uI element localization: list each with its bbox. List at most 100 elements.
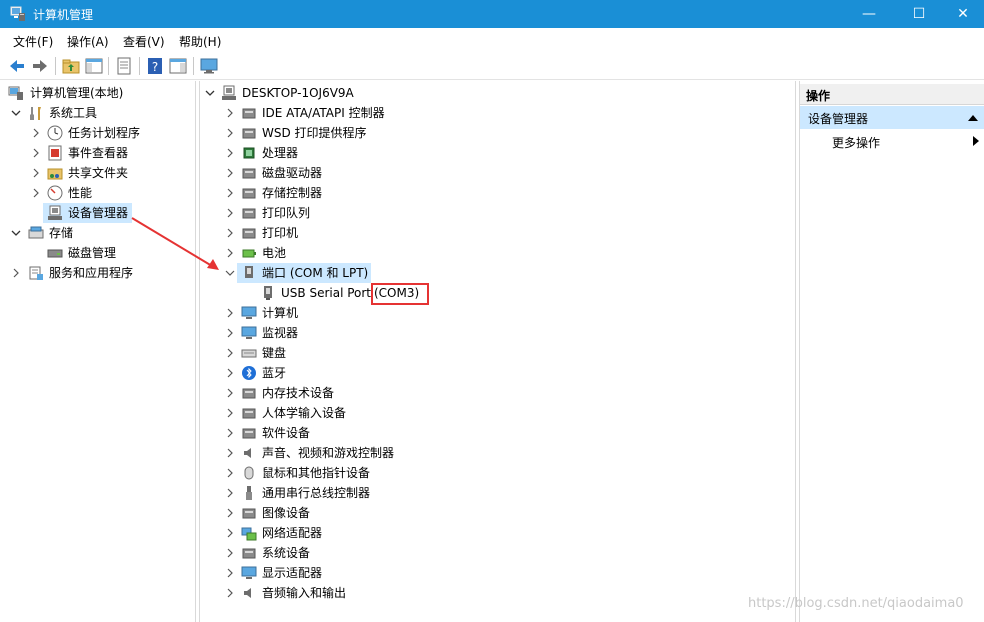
chevron-right-icon[interactable]	[224, 223, 236, 243]
chevron-right-icon[interactable]	[224, 163, 236, 183]
chevron-right-icon[interactable]	[30, 163, 42, 183]
device-category[interactable]: 键盘	[200, 343, 795, 363]
back-icon[interactable]	[7, 56, 27, 76]
device-category[interactable]: 电池	[200, 243, 795, 263]
tree-item-task-scheduler[interactable]: 任务计划程序	[0, 123, 195, 143]
chevron-right-icon[interactable]	[224, 403, 236, 423]
storage-icon	[28, 226, 44, 239]
device-category[interactable]: 监视器	[200, 323, 795, 343]
device-category[interactable]: 鼠标和其他指针设备	[200, 463, 795, 483]
chevron-down-icon[interactable]	[10, 103, 22, 123]
toolbar-separator	[108, 57, 109, 75]
device-category-label: 存储控制器	[262, 186, 323, 200]
properties-icon[interactable]	[114, 56, 134, 76]
device-category[interactable]: WSD 打印提供程序	[200, 123, 795, 143]
chevron-right-icon[interactable]	[30, 123, 42, 143]
device-tree: DESKTOP-1OJ6V9A IDE ATA/ATAPI 控制器 WSD 打印提…	[199, 81, 796, 622]
device-category[interactable]: 处理器	[200, 143, 795, 163]
tree-item-shared-folders[interactable]: 共享文件夹	[0, 163, 195, 183]
chevron-right-icon[interactable]	[224, 463, 236, 483]
chevron-down-icon[interactable]	[204, 83, 216, 103]
device-category[interactable]: 打印队列	[200, 203, 795, 223]
device-category[interactable]: 音频输入和输出	[200, 583, 795, 603]
chevron-right-icon[interactable]	[224, 343, 236, 363]
device-item-usb-serial-port[interactable]: USB Serial Port (COM3)	[200, 283, 795, 303]
device-category[interactable]: 显示适配器	[200, 563, 795, 583]
device-category-label: 监视器	[262, 326, 299, 340]
device-category[interactable]: 人体学输入设备	[200, 403, 795, 423]
device-category[interactable]: 网络适配器	[200, 523, 795, 543]
chevron-right-icon[interactable]	[224, 423, 236, 443]
device-category[interactable]: 磁盘驱动器	[200, 163, 795, 183]
up-folder-icon[interactable]	[61, 56, 81, 76]
tree-item-storage[interactable]: 存储	[0, 223, 195, 243]
chevron-right-icon[interactable]	[30, 183, 42, 203]
chevron-right-icon[interactable]	[224, 523, 236, 543]
close-button[interactable]: ✕	[940, 0, 984, 28]
device-category[interactable]: 蓝牙	[200, 363, 795, 383]
device-category-label: 网络适配器	[262, 526, 323, 540]
chevron-right-icon[interactable]	[224, 123, 236, 143]
chevron-right-icon[interactable]	[30, 143, 42, 163]
menu-action[interactable]: 操作(A)	[67, 33, 109, 50]
device-category[interactable]: 计算机	[200, 303, 795, 323]
chevron-right-icon[interactable]	[224, 303, 236, 323]
tree-item-device-manager[interactable]: 设备管理器	[0, 203, 195, 223]
show-hide-tree-icon[interactable]	[84, 56, 104, 76]
chevron-right-icon[interactable]	[224, 583, 236, 603]
disk-management-icon	[47, 249, 63, 258]
chevron-right-icon[interactable]	[224, 203, 236, 223]
chevron-right-icon[interactable]	[224, 543, 236, 563]
chevron-right-icon[interactable]	[224, 363, 236, 383]
menu-view[interactable]: 查看(V)	[123, 33, 165, 50]
chevron-right-icon[interactable]	[224, 183, 236, 203]
event-viewer-icon	[48, 145, 62, 161]
device-category[interactable]: IDE ATA/ATAPI 控制器	[200, 103, 795, 123]
tree-item-disk-management[interactable]: 磁盘管理	[0, 243, 195, 263]
chevron-right-icon[interactable]	[224, 483, 236, 503]
tree-root[interactable]: 计算机管理(本地)	[0, 83, 195, 103]
chevron-right-icon[interactable]	[10, 263, 22, 283]
device-category-label: IDE ATA/ATAPI 控制器	[262, 106, 385, 120]
chevron-down-icon[interactable]	[10, 223, 22, 243]
device-category[interactable]: 系统设备	[200, 543, 795, 563]
tree-item-services[interactable]: 服务和应用程序	[0, 263, 195, 283]
collapse-up-icon[interactable]	[968, 114, 978, 122]
more-actions-item[interactable]: 更多操作	[800, 131, 984, 151]
device-category[interactable]: 声音、视频和游戏控制器	[200, 443, 795, 463]
software-device-icon	[242, 428, 256, 439]
chevron-right-icon[interactable]	[224, 503, 236, 523]
minimize-button[interactable]: —	[846, 0, 892, 28]
chevron-right-icon[interactable]	[224, 383, 236, 403]
computer-monitor-icon[interactable]	[199, 56, 219, 76]
tree-item-performance[interactable]: 性能	[0, 183, 195, 203]
chevron-right-icon[interactable]	[224, 563, 236, 583]
actions-section-device-manager[interactable]: 设备管理器	[800, 106, 984, 129]
device-category[interactable]: 内存技术设备	[200, 383, 795, 403]
device-root[interactable]: DESKTOP-1OJ6V9A	[200, 83, 795, 103]
tree-item-system-tools[interactable]: 系统工具	[0, 103, 195, 123]
menu-file[interactable]: 文件(F)	[13, 33, 53, 50]
device-category[interactable]: 软件设备	[200, 423, 795, 443]
battery-icon	[242, 249, 256, 258]
maximize-button[interactable]: ☐	[896, 0, 942, 28]
device-category[interactable]: 通用串行总线控制器	[200, 483, 795, 503]
chevron-right-icon[interactable]	[224, 443, 236, 463]
device-category[interactable]: 端口 (COM 和 LPT)	[200, 263, 795, 283]
chevron-right-icon[interactable]	[224, 103, 236, 123]
action-pane-icon[interactable]	[168, 56, 188, 76]
tree-item-event-viewer[interactable]: 事件查看器	[0, 143, 195, 163]
chevron-right-icon[interactable]	[224, 323, 236, 343]
device-category[interactable]: 存储控制器	[200, 183, 795, 203]
device-category[interactable]: 打印机	[200, 223, 795, 243]
help-icon[interactable]: ?	[145, 56, 165, 76]
device-category-label: 蓝牙	[262, 366, 287, 380]
forward-icon[interactable]	[30, 56, 50, 76]
chevron-right-icon[interactable]	[224, 143, 236, 163]
tree-item-label: 磁盘管理	[68, 246, 117, 260]
chevron-down-icon[interactable]	[224, 263, 236, 283]
menu-help[interactable]: 帮助(H)	[179, 33, 221, 50]
chevron-right-icon[interactable]	[224, 243, 236, 263]
device-category[interactable]: 图像设备	[200, 503, 795, 523]
device-category-label: 键盘	[262, 346, 287, 360]
